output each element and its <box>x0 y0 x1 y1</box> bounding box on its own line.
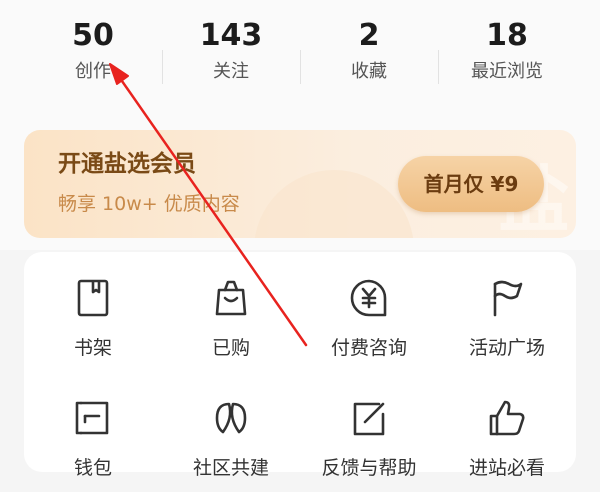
tools-grid: 书架 已购 付费咨询 活动广场 钱包 社区共建 反馈与帮助 进站必看 <box>24 252 576 479</box>
stat-recent-views[interactable]: 18 最近浏览 <box>438 16 576 96</box>
vip-title: 开通盐选会员 <box>58 151 196 177</box>
vip-first-month-button[interactable]: 首月仅 ¥9 <box>398 156 544 212</box>
decorative-blob <box>254 170 414 238</box>
vip-membership-banner[interactable]: 盐 开通盐选会员 畅享 10w+ 优质内容 首月仅 ¥9 <box>24 130 576 238</box>
stat-value: 18 <box>486 18 528 53</box>
stat-label: 最近浏览 <box>471 61 543 82</box>
tool-feedback-help[interactable]: 反馈与帮助 <box>300 372 438 492</box>
stat-following[interactable]: 143 关注 <box>162 16 300 96</box>
tool-activity-square[interactable]: 活动广场 <box>438 252 576 372</box>
stat-value: 143 <box>199 18 263 53</box>
tool-must-read[interactable]: 进站必看 <box>438 372 576 492</box>
stat-label: 创作 <box>75 61 111 82</box>
tool-label: 钱包 <box>73 457 112 479</box>
bookshelf-icon <box>73 278 113 318</box>
community-icon <box>211 398 251 438</box>
flag-icon <box>487 278 527 318</box>
stat-creations[interactable]: 50 创作 <box>24 16 162 96</box>
tool-label: 社区共建 <box>192 457 269 479</box>
shopping-bag-icon <box>211 278 251 318</box>
stat-label: 关注 <box>213 61 249 82</box>
tool-label: 付费咨询 <box>330 337 407 359</box>
stat-value: 50 <box>72 18 114 53</box>
edit-feedback-icon <box>349 398 389 438</box>
vip-subtitle: 畅享 10w+ 优质内容 <box>58 193 240 215</box>
tool-label: 反馈与帮助 <box>321 457 417 479</box>
tool-wallet[interactable]: 钱包 <box>24 372 162 492</box>
stat-favorites[interactable]: 2 收藏 <box>300 16 438 96</box>
tool-community[interactable]: 社区共建 <box>162 372 300 492</box>
tool-bookshelf[interactable]: 书架 <box>24 252 162 372</box>
tool-label: 已购 <box>211 337 250 359</box>
thumbs-up-icon <box>487 398 527 438</box>
tool-label: 进站必看 <box>468 457 545 479</box>
profile-stats: 50 创作 143 关注 2 收藏 18 最近浏览 <box>24 16 576 96</box>
tool-purchased[interactable]: 已购 <box>162 252 300 372</box>
tool-label: 活动广场 <box>468 337 545 359</box>
stat-label: 收藏 <box>351 61 387 82</box>
stat-value: 2 <box>358 18 380 53</box>
yen-chat-icon <box>349 278 389 318</box>
tool-label: 书架 <box>73 337 112 359</box>
tool-paid-consult[interactable]: 付费咨询 <box>300 252 438 372</box>
wallet-icon <box>73 398 113 438</box>
